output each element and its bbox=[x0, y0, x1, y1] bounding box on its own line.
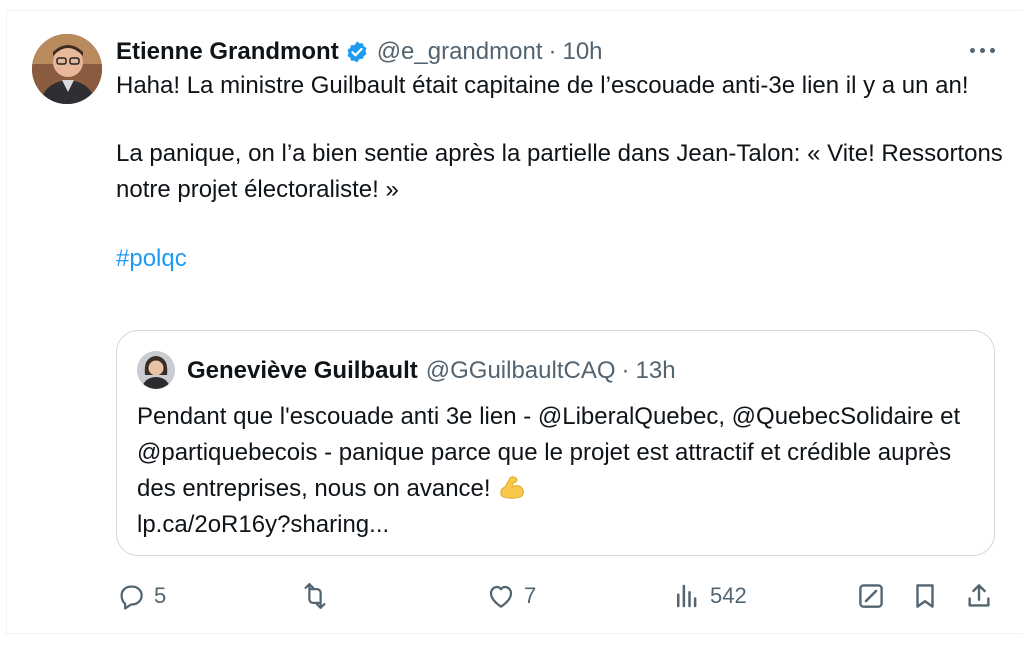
views-count: 542 bbox=[710, 583, 747, 608]
more-icon[interactable] bbox=[960, 38, 1004, 62]
author-avatar[interactable] bbox=[32, 34, 102, 104]
share-button[interactable] bbox=[964, 576, 994, 616]
grok-icon bbox=[859, 584, 883, 608]
quoted-author-avatar[interactable] bbox=[137, 351, 175, 389]
bookmark-icon bbox=[916, 584, 934, 608]
views-button[interactable]: 542 bbox=[672, 576, 747, 616]
tweet-timestamp[interactable]: 10h bbox=[562, 38, 602, 66]
like-icon bbox=[489, 585, 513, 608]
views-icon bbox=[677, 584, 697, 608]
quoted-timestamp[interactable]: 13h bbox=[636, 357, 676, 385]
repost-icon bbox=[304, 583, 326, 609]
repost-button[interactable] bbox=[300, 576, 338, 616]
quoted-tweet[interactable]: Geneviève Guilbault @GGuilbaultCAQ · 13h… bbox=[116, 330, 995, 556]
share-icon bbox=[968, 584, 990, 607]
quoted-author-handle[interactable]: @GGuilbaultCAQ bbox=[426, 357, 616, 385]
verified-badge-icon bbox=[347, 41, 367, 63]
like-count: 7 bbox=[524, 583, 537, 608]
reply-icon bbox=[120, 585, 143, 610]
tweet-header: Etienne Grandmont @e_grandmont · 10h bbox=[116, 34, 603, 70]
author-name[interactable]: Etienne Grandmont bbox=[116, 38, 339, 66]
quoted-body-text: Pendant que l'escouade anti 3e lien - @L… bbox=[137, 403, 961, 502]
like-button[interactable]: 7 bbox=[486, 576, 536, 616]
reply-button[interactable]: 5 bbox=[116, 576, 166, 616]
grok-button[interactable] bbox=[856, 576, 886, 616]
tweet-paragraph: Haha! La ministre Guilbault était capita… bbox=[116, 72, 969, 99]
tweet-actions: 5 7 542 bbox=[110, 576, 1000, 616]
quoted-link[interactable]: lp.ca/2oR16y?sharing... bbox=[137, 511, 389, 538]
header-separator: · bbox=[548, 38, 557, 65]
reply-count: 5 bbox=[154, 583, 167, 608]
bookmark-button[interactable] bbox=[910, 576, 940, 616]
tweet-paragraph: La panique, on l’a bien sentie après la … bbox=[116, 140, 1003, 203]
hashtag-link[interactable]: #polqc bbox=[116, 241, 1006, 277]
author-avatar-image bbox=[32, 34, 102, 104]
author-handle[interactable]: @e_grandmont bbox=[377, 38, 543, 66]
quoted-avatar-image bbox=[137, 351, 175, 389]
quoted-author-name[interactable]: Geneviève Guilbault bbox=[187, 357, 418, 385]
quoted-separator: · bbox=[621, 357, 630, 384]
quoted-header: Geneviève Guilbault @GGuilbaultCAQ · 13h bbox=[187, 355, 676, 387]
flexed-biceps-icon bbox=[500, 476, 524, 499]
tweet-text: Haha! La ministre Guilbault était capita… bbox=[116, 68, 1006, 277]
quoted-text: Pendant que l'escouade anti 3e lien - @L… bbox=[137, 399, 977, 543]
